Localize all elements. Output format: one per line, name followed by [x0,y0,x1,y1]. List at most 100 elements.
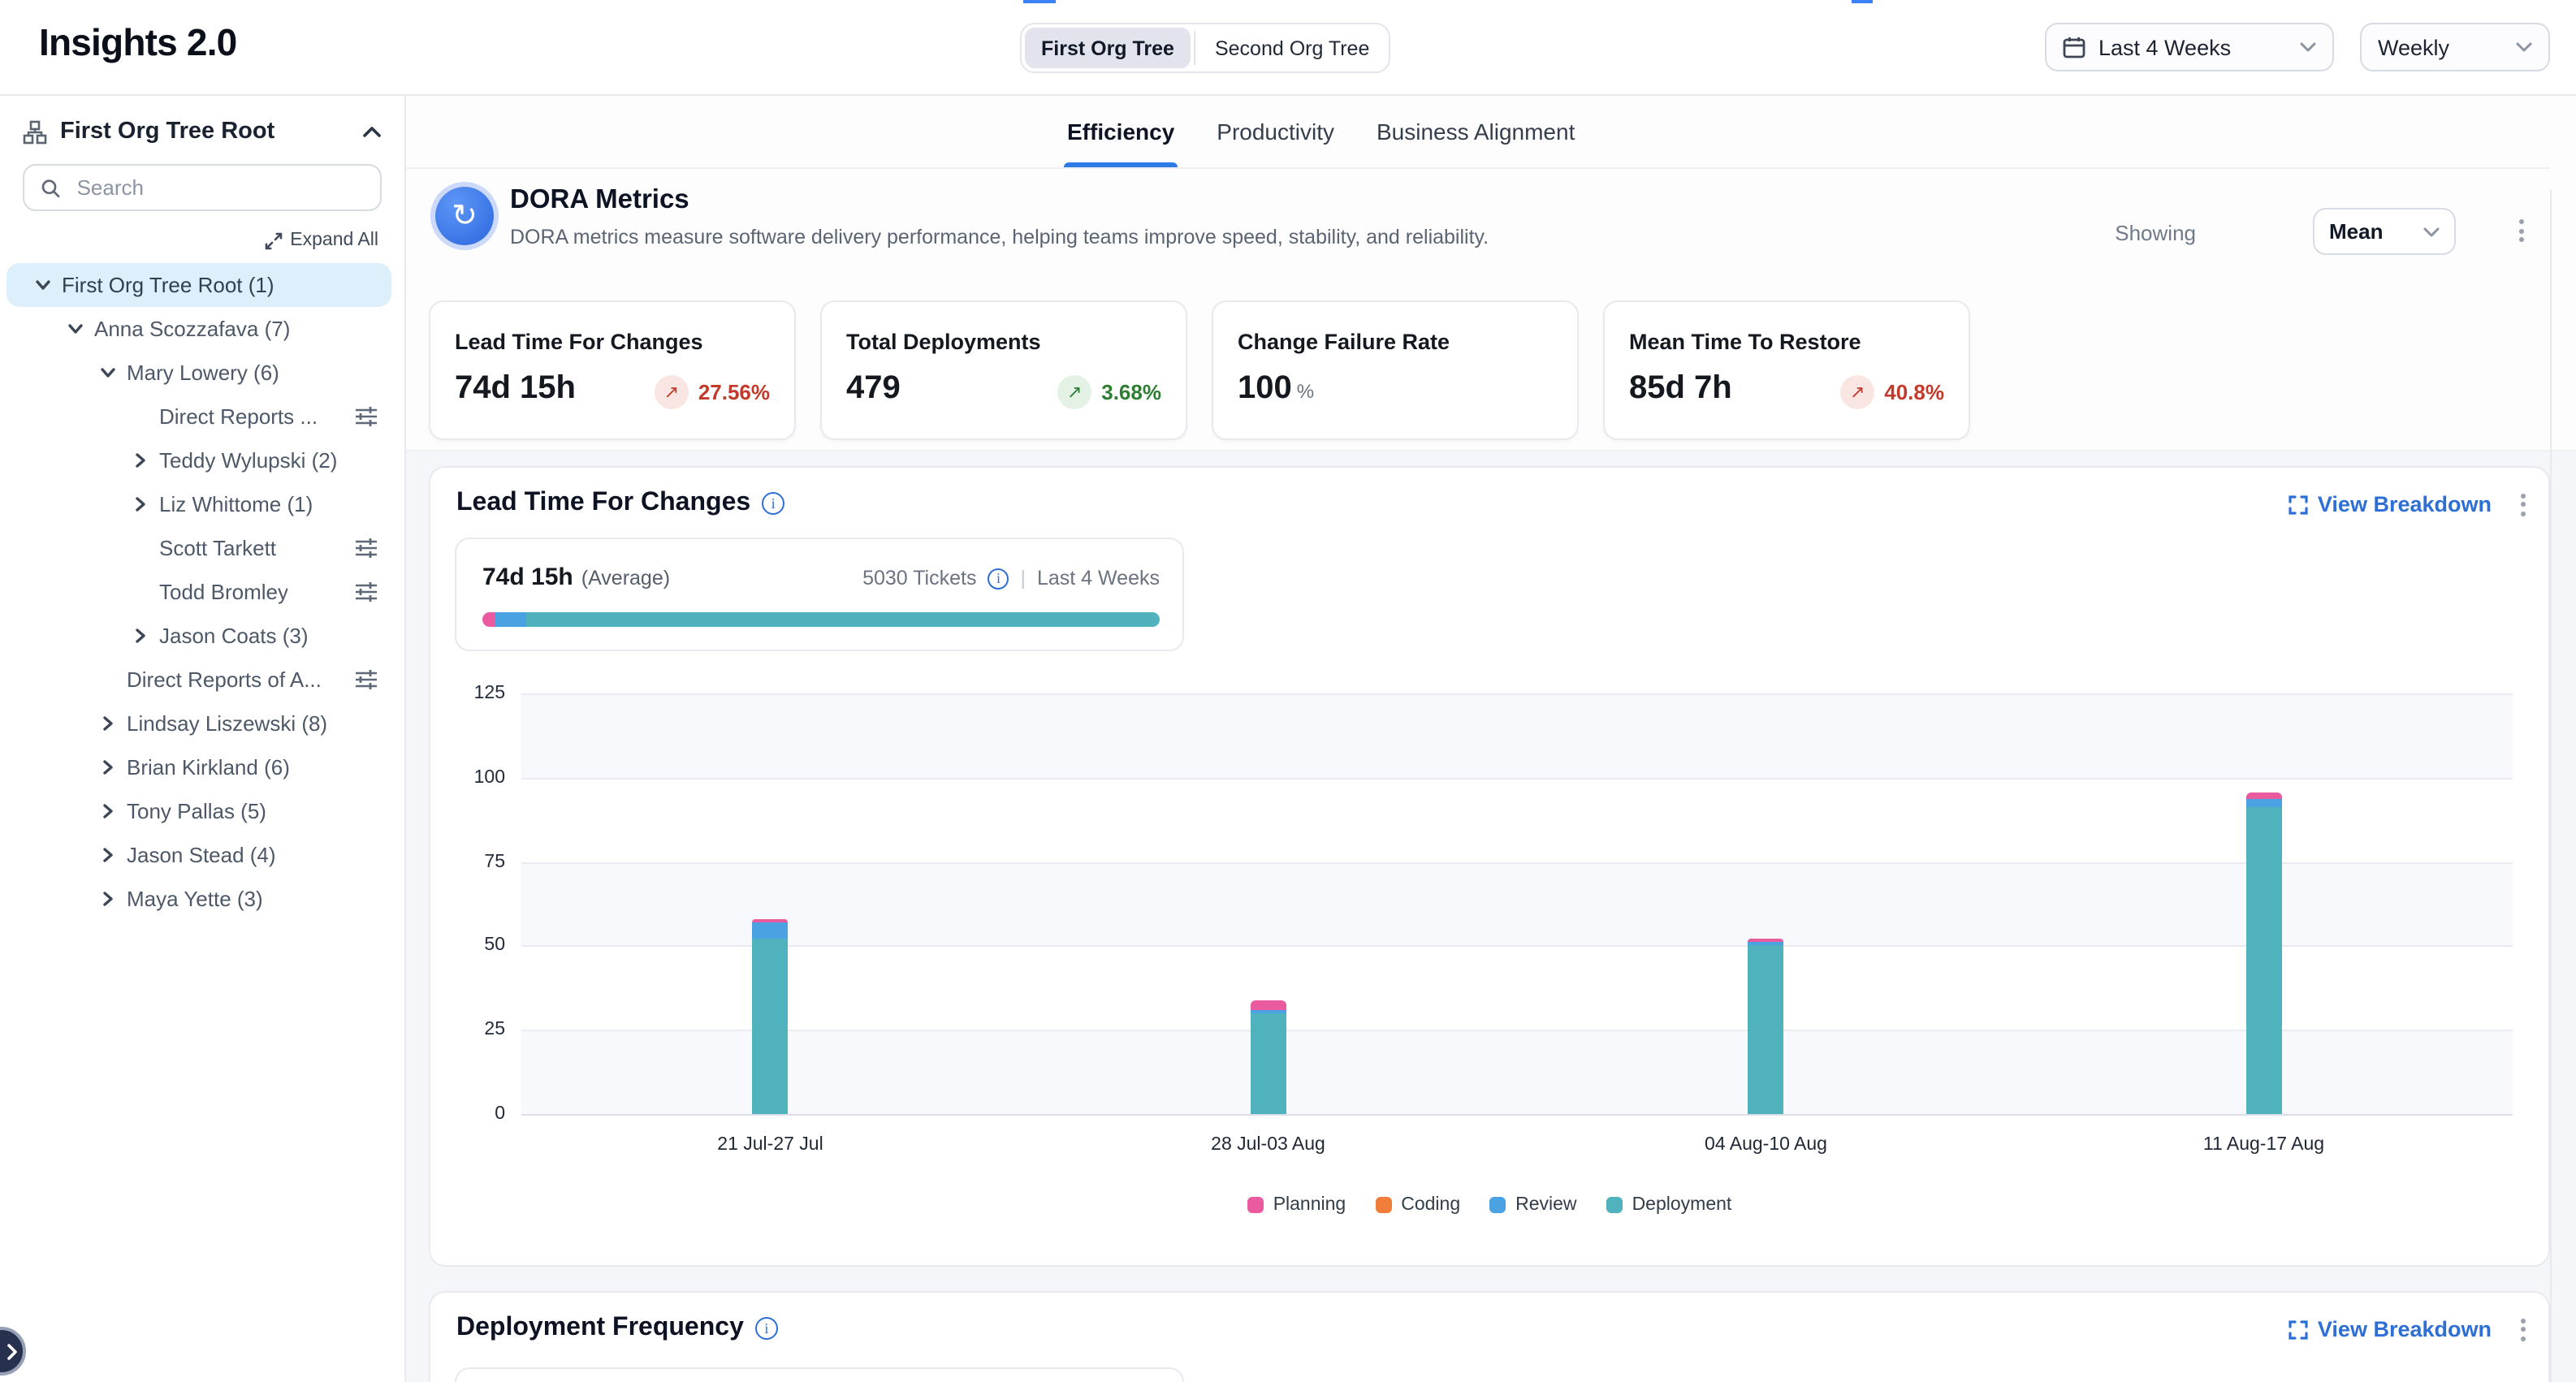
org-toggle-first-org-tree[interactable]: First Org Tree [1025,28,1191,68]
dora-metric-cards: Lead Time For Changes74d 15h↗27.56%Total… [429,300,1970,440]
deployment-kebab-menu[interactable] [2521,1318,2526,1341]
metric-delta-badge: ↗3.68% [1057,375,1161,409]
tree-item-filter-button[interactable] [354,537,378,559]
tree-chevron-box[interactable] [29,272,55,298]
metric-delta-value: 27.56% [698,380,770,404]
tree-item[interactable]: First Org Tree Root (1) [6,263,391,307]
tree-item[interactable]: Mary Lowery (6) [6,351,391,395]
tree-item[interactable]: Scott Tarkett [6,526,391,570]
tab-efficiency[interactable]: Efficiency [1067,96,1174,167]
tree-item[interactable]: Liz Whittome (1) [6,482,391,526]
lead-time-panel: Lead Time For Changes i View Breakdown 7… [429,466,2550,1267]
tree-item[interactable]: Tony Pallas (5) [6,789,391,833]
chevron-right-icon[interactable] [131,627,149,645]
chevron-down-icon[interactable] [33,276,51,294]
tree-item[interactable]: Lindsay Liszewski (8) [6,702,391,745]
tree-item[interactable]: Jason Stead (4) [6,833,391,877]
tree-chevron-box[interactable] [94,798,120,824]
plot-band [521,862,2513,946]
gridline [521,946,2513,948]
chevron-right-icon[interactable] [131,495,149,513]
chevron-right-icon[interactable] [131,451,149,469]
deployment-view-breakdown-link[interactable]: View Breakdown [2289,1317,2492,1341]
org-toggle-second-org-tree[interactable]: Second Org Tree [1199,28,1385,68]
legend-item-deployment: Deployment [1606,1195,1732,1215]
sidebar-drawer-handle[interactable] [0,1327,26,1376]
collapse-chevron-up-icon[interactable] [362,125,382,138]
tree-chevron-box[interactable] [94,360,120,386]
metric-card-mean-time-to-restore: Mean Time To Restore85d 7h↗40.8% [1603,300,1970,440]
showing-select[interactable]: Mean [2313,208,2456,255]
dora-kebab-menu[interactable] [2519,219,2524,242]
tree-item[interactable]: Teddy Wylupski (2) [6,438,391,482]
tree-item[interactable]: Direct Reports ... [6,395,391,438]
deployment-frequency-title: Deployment Frequency [456,1314,744,1343]
tree-item-label: Mary Lowery (6) [127,361,279,385]
org-tree-sidebar: First Org Tree Root Expand All First Org… [0,94,406,1382]
chevron-right-icon[interactable] [98,802,116,820]
chevron-right-icon[interactable] [98,890,116,908]
tickets-info-icon[interactable]: i [988,568,1009,589]
chevron-down-icon[interactable] [98,364,116,382]
trend-up-arrow-icon: ↗ [655,375,689,409]
tree-item[interactable]: Todd Bromley [6,570,391,614]
chart-bar[interactable] [1748,939,1784,1114]
tree-chevron-box[interactable] [94,842,120,868]
tree-item-label: Brian Kirkland (6) [127,755,290,780]
search-input[interactable] [74,174,364,201]
tree-chevron-box [127,535,153,561]
tree-item[interactable]: Jason Coats (3) [6,614,391,658]
gridline [521,862,2513,863]
tree-chevron-box[interactable] [94,710,120,736]
tree-item-filter-button[interactable] [354,405,378,428]
granularity-select[interactable]: Weekly [2360,23,2550,71]
info-icon[interactable]: i [762,492,784,515]
legend-swatch [1606,1197,1623,1213]
chart-bar[interactable] [2246,792,2282,1114]
tree-item[interactable]: Maya Yette (3) [6,877,391,921]
showing-value: Mean [2329,219,2423,244]
scrollbar-track[interactable] [2550,190,2552,1382]
tree-chevron-box[interactable] [127,447,153,473]
breakdown-expand-icon [2289,494,2308,514]
chart-bar[interactable] [1251,1000,1286,1114]
tab-productivity[interactable]: Productivity [1217,96,1334,167]
y-axis-tick-label: 50 [447,936,505,956]
filter-sliders-icon[interactable] [354,405,378,428]
tree-item-label: Anna Scozzafava (7) [94,317,290,341]
tree-item-label: Lindsay Liszewski (8) [127,711,327,736]
filter-sliders-icon[interactable] [354,537,378,559]
info-icon[interactable]: i [755,1317,778,1340]
chevron-down-icon [2423,227,2440,236]
lead-time-kebab-menu[interactable] [2521,493,2526,516]
filter-sliders-icon[interactable] [354,668,378,691]
search-icon [41,176,61,199]
chevron-down-icon[interactable] [66,320,84,338]
tree-chevron-box[interactable] [62,316,88,342]
org-tree-icon [23,119,47,144]
expand-all-button[interactable]: Expand All [23,231,378,250]
chart-legend: PlanningCodingReviewDeployment [430,1195,2548,1215]
chart-bar[interactable] [753,919,789,1114]
tree-item-label: Tony Pallas (5) [127,799,266,823]
legend-swatch [1489,1197,1506,1213]
tree-chevron-box[interactable] [94,754,120,780]
legend-label: Planning [1273,1195,1346,1215]
tree-chevron-box[interactable] [94,886,120,912]
tab-business-alignment[interactable]: Business Alignment [1377,96,1575,167]
tree-item-filter-button[interactable] [354,581,378,603]
filter-sliders-icon[interactable] [354,581,378,603]
chevron-right-icon[interactable] [98,758,116,776]
tree-item-filter-button[interactable] [354,668,378,691]
date-range-select[interactable]: Last 4 Weeks [2045,23,2334,71]
summary-divider: | [1020,567,1026,590]
tree-item[interactable]: Brian Kirkland (6) [6,745,391,789]
lead-time-view-breakdown-link[interactable]: View Breakdown [2289,492,2492,516]
tree-item[interactable]: Anna Scozzafava (7) [6,307,391,351]
tree-chevron-box[interactable] [127,491,153,517]
chevron-right-icon[interactable] [98,846,116,864]
chevron-right-icon[interactable] [98,715,116,732]
tree-item[interactable]: Direct Reports of A... [6,658,391,702]
legend-label: Coding [1401,1195,1460,1215]
tree-chevron-box[interactable] [127,623,153,649]
